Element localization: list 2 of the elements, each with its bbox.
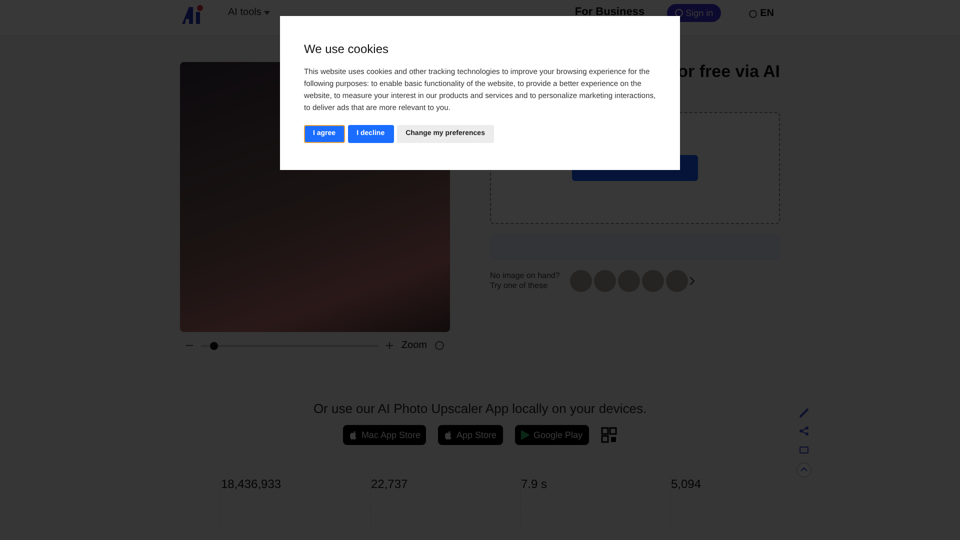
dialog-title: We use cookies xyxy=(304,42,390,56)
business-link[interactable]: For Business xyxy=(574,6,645,18)
